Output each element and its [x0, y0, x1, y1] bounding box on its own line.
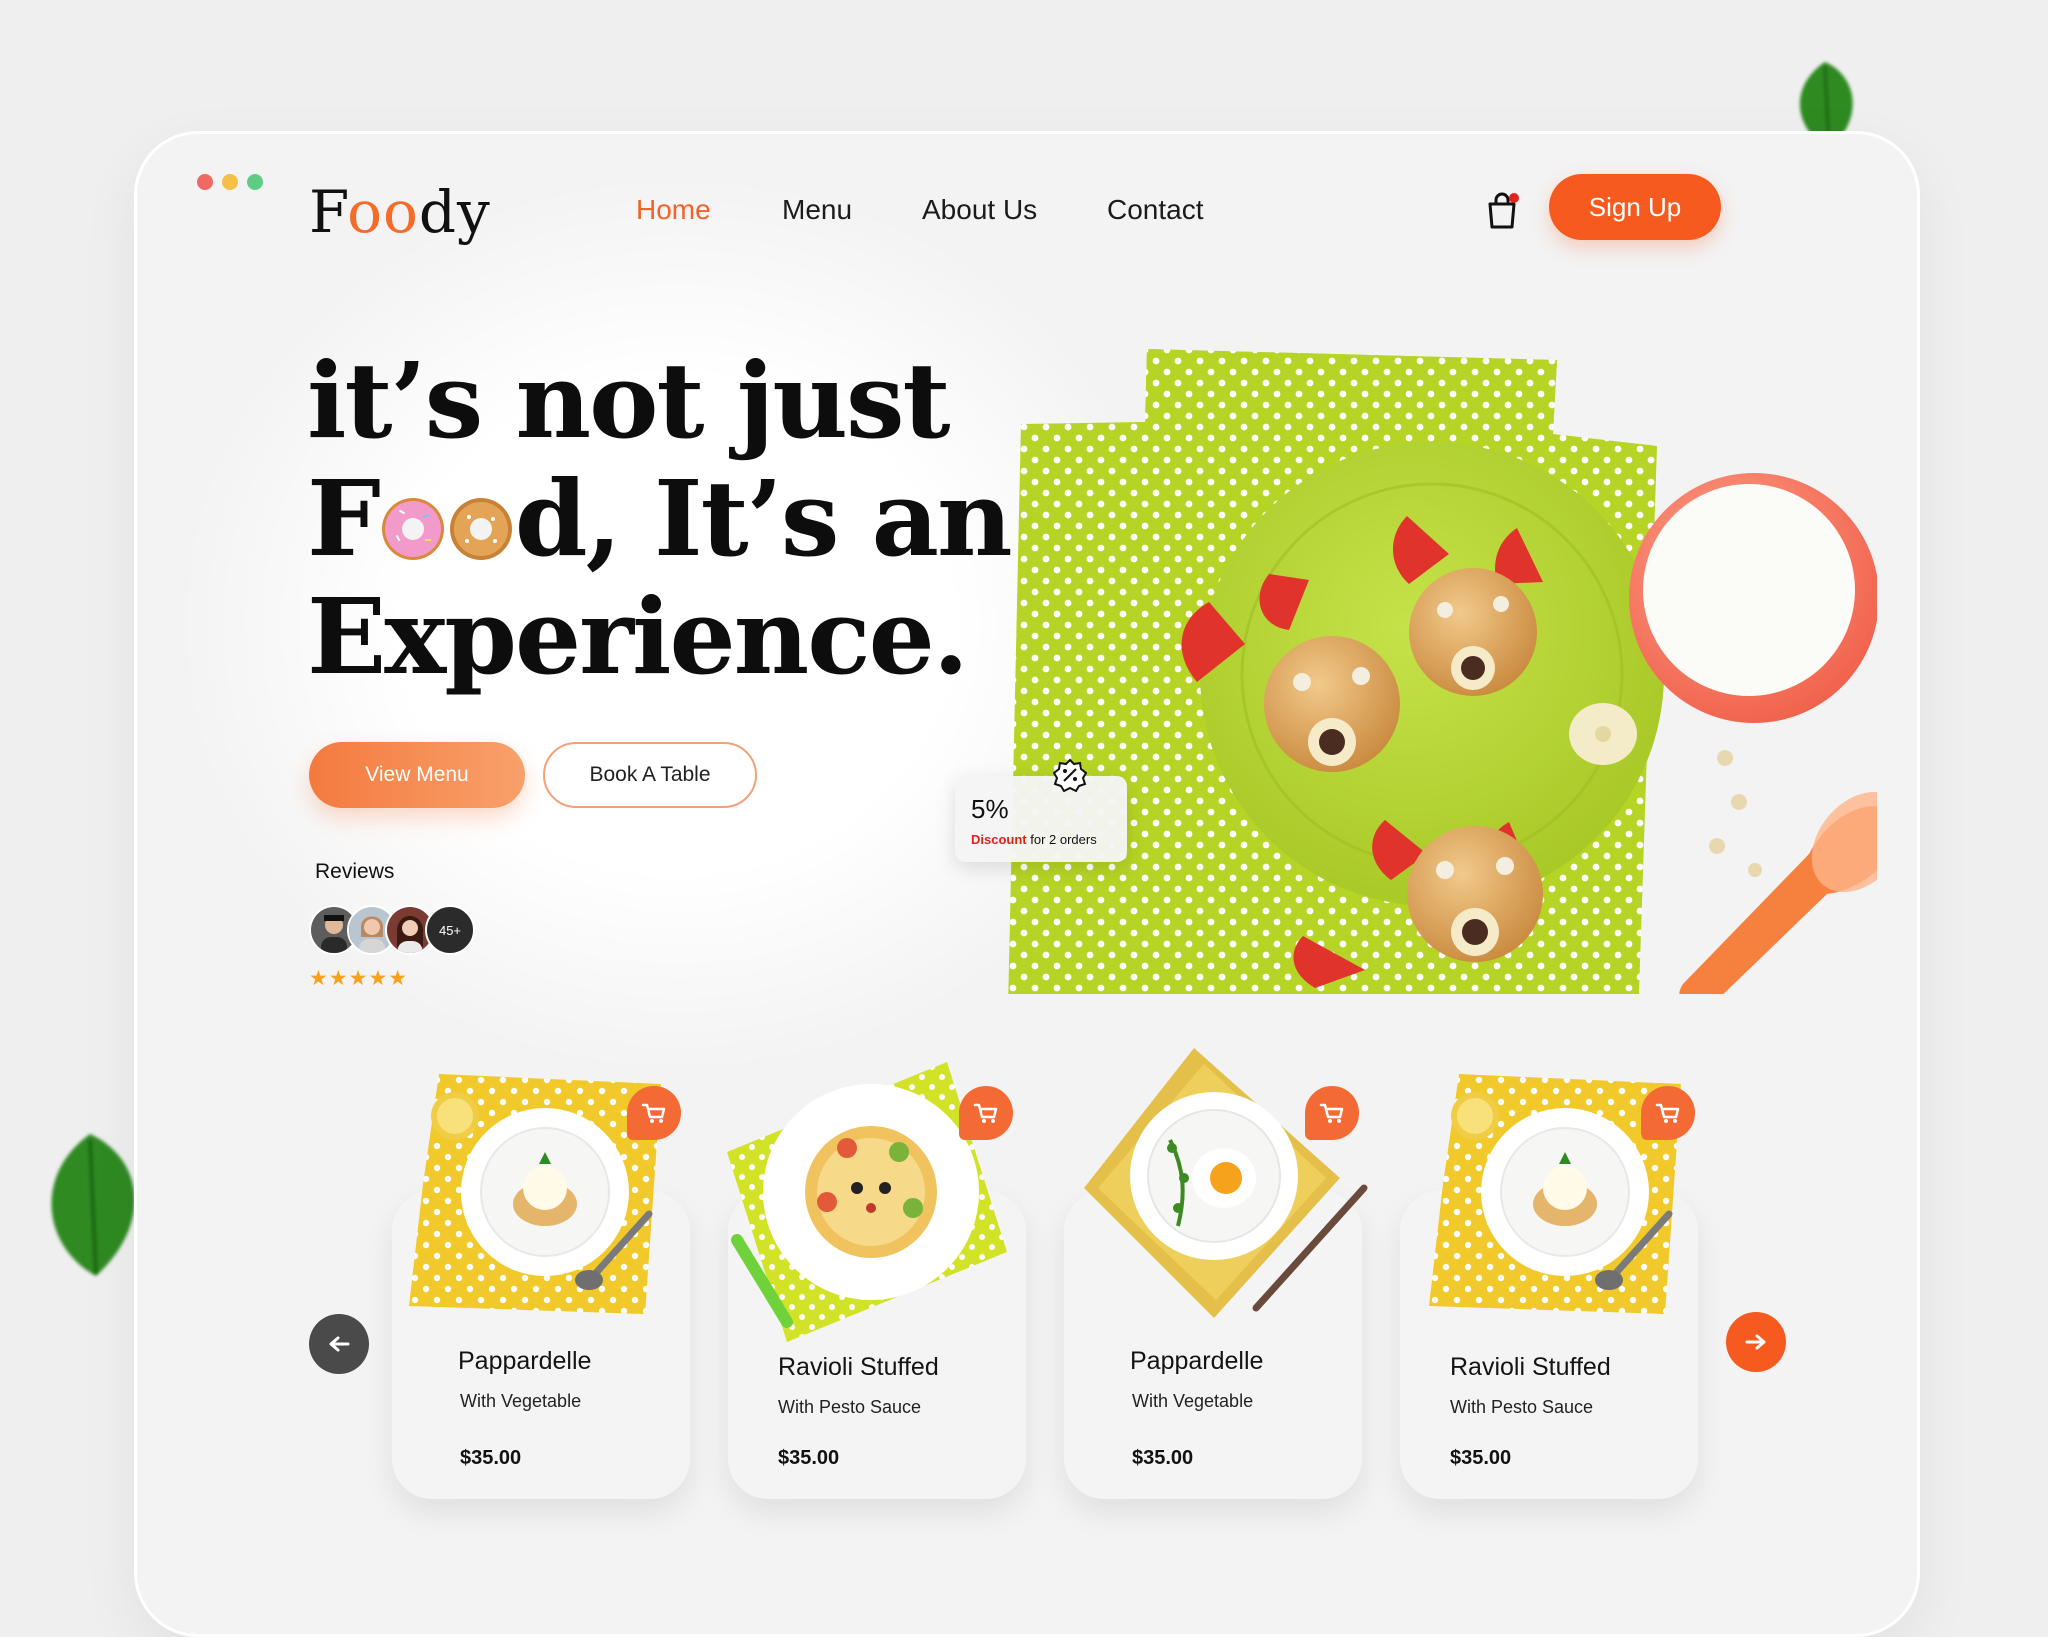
product-price: $35.00 — [460, 1447, 522, 1469]
product-title: Ravioli Stuffed — [778, 1353, 939, 1381]
minimize-dot[interactable] — [222, 174, 238, 190]
reviewer-avatars[interactable]: 45+ — [309, 905, 479, 955]
shopping-bag-icon[interactable] — [1485, 191, 1519, 231]
logo-dy: dy — [418, 178, 491, 246]
discount-suffix: for 2 orders — [1030, 832, 1097, 847]
discount-badge-icon — [1053, 758, 1087, 792]
logo-f: F — [309, 178, 348, 246]
headline-f: F — [307, 457, 381, 580]
next-slide-button[interactable] — [1726, 1312, 1786, 1372]
hero-pancake-plate-image — [1008, 349, 1877, 994]
maximize-dot[interactable] — [247, 174, 263, 190]
browser-window: Foody Home Menu About Us Contact Sign Up… — [134, 131, 1920, 1637]
pink-donut-icon — [381, 498, 444, 560]
fried-egg-image — [1084, 1048, 1368, 1318]
headline-line-1: it’s not just — [307, 339, 951, 462]
reviews-count-badge: 45+ — [425, 905, 475, 955]
product-title: Pappardelle — [458, 1347, 592, 1375]
cart-icon — [1655, 1103, 1680, 1123]
product-subtitle: With Vegetable — [460, 1391, 582, 1411]
add-to-cart-button[interactable] — [1641, 1086, 1695, 1140]
headline-line-2: Fd, It’s an — [307, 457, 1013, 580]
product-price: $35.00 — [1450, 1447, 1512, 1469]
cart-icon — [1319, 1103, 1344, 1123]
rating-stars: ★★★★★ — [309, 967, 409, 990]
product-subtitle: With Pesto Sauce — [778, 1397, 922, 1417]
book-table-button[interactable]: Book A Table — [543, 742, 757, 808]
nav-home[interactable]: Home — [636, 194, 711, 226]
discount-card[interactable]: 5% Discount for 2 orders — [955, 758, 1127, 862]
add-to-cart-button[interactable] — [959, 1086, 1013, 1140]
discount-percent: 5% — [971, 794, 1009, 824]
glazed-donut-icon — [449, 498, 512, 560]
close-dot[interactable] — [197, 174, 213, 190]
add-to-cart-button[interactable] — [1305, 1086, 1359, 1140]
discount-text: Discount for 2 orders — [971, 832, 1097, 847]
arrow-left-icon — [329, 1336, 350, 1352]
logo-oo: oo — [347, 178, 419, 246]
reviews-label: Reviews — [315, 860, 395, 883]
hero-headline: it’s not just Fd, It’s an Experience. — [307, 339, 1013, 698]
product-price: $35.00 — [778, 1447, 840, 1469]
discount-label: Discount — [971, 832, 1027, 847]
product-subtitle: With Pesto Sauce — [1450, 1397, 1594, 1417]
prev-slide-button[interactable] — [309, 1314, 369, 1374]
arrow-right-icon — [1745, 1334, 1766, 1350]
product-price: $35.00 — [1132, 1447, 1194, 1469]
product-title: Ravioli Stuffed — [1450, 1353, 1611, 1381]
nav-menu[interactable]: Menu — [782, 194, 852, 226]
cart-icon — [641, 1103, 666, 1123]
view-menu-button[interactable]: View Menu — [309, 742, 525, 808]
sign-up-button[interactable]: Sign Up — [1549, 174, 1721, 240]
brand-logo[interactable]: Foody — [309, 178, 491, 246]
cart-icon — [973, 1103, 998, 1123]
nav-about-us[interactable]: About Us — [922, 194, 1037, 226]
window-controls — [197, 174, 263, 190]
nav-contact[interactable]: Contact — [1107, 194, 1204, 226]
product-subtitle: With Vegetable — [1132, 1391, 1254, 1411]
headline-line-3: Experience. — [307, 575, 969, 698]
add-to-cart-button[interactable] — [627, 1086, 681, 1140]
product-title: Pappardelle — [1130, 1347, 1264, 1375]
headline-line-2-rest: d, It’s an — [514, 457, 1013, 580]
